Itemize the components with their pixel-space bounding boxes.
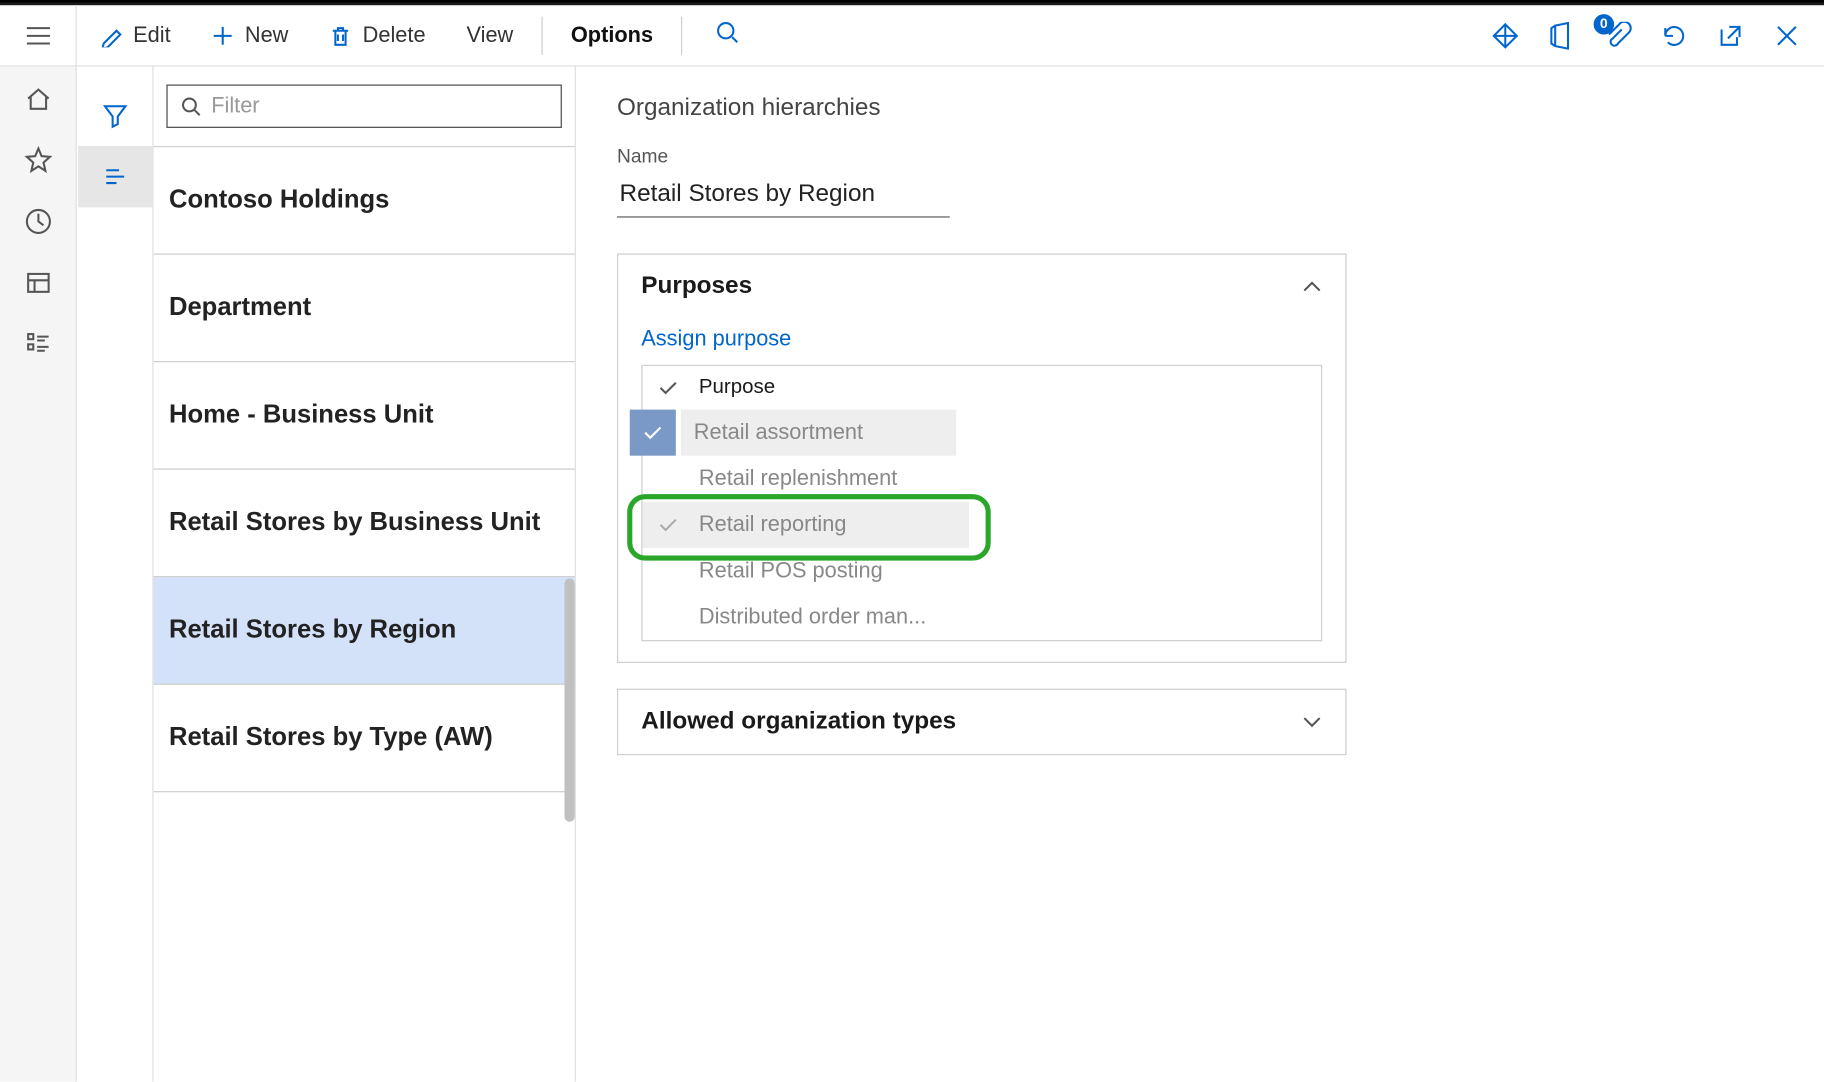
list-toggle[interactable] (77, 146, 151, 207)
purpose-cell: Retail POS posting (699, 558, 883, 584)
main-area: Contoso HoldingsDepartmentHome - Busines… (0, 67, 1824, 1082)
scrollbar-thumb[interactable] (564, 579, 574, 822)
view-label: View (467, 22, 514, 48)
allowed-types-panel: Allowed organization types (617, 689, 1347, 756)
list-item[interactable]: Retail Stores by Type (AW) (154, 685, 575, 793)
popout-button[interactable] (1716, 21, 1744, 49)
filter-box[interactable] (166, 84, 562, 128)
close-icon (1773, 21, 1801, 49)
view-button[interactable]: View (449, 4, 532, 65)
trash-icon (329, 24, 352, 47)
allowed-types-header[interactable]: Allowed organization types (618, 690, 1345, 754)
list-item[interactable]: Retail Stores by Region (154, 577, 575, 685)
plus-icon (212, 24, 235, 47)
addin-icon[interactable] (1491, 21, 1519, 49)
refresh-button[interactable] (1660, 21, 1688, 49)
diamond-icon (1491, 21, 1519, 49)
check-icon (643, 422, 663, 442)
chevron-down-icon (1302, 712, 1322, 732)
purpose-row[interactable]: Distributed order man... (643, 594, 1321, 640)
clock-icon (24, 207, 52, 235)
office-app-icon (1548, 21, 1576, 49)
search-icon (180, 96, 200, 116)
purpose-column-header[interactable]: Purpose (699, 376, 775, 399)
hamburger-menu[interactable] (0, 4, 77, 65)
page-heading: Organization hierarchies (617, 95, 1783, 123)
purpose-cell: Retail assortment (681, 410, 956, 456)
detail-pane: Organization hierarchies Name Retail Sto… (576, 67, 1824, 1082)
hamburger-icon (24, 21, 52, 49)
filter-toggle[interactable] (77, 84, 151, 145)
funnel-icon (100, 101, 128, 129)
chevron-up-icon (1302, 276, 1322, 296)
new-button[interactable]: New (194, 4, 307, 65)
purpose-cell: Retail reporting (699, 512, 847, 538)
purpose-row[interactable]: Retail assortment (643, 410, 1321, 456)
list-item[interactable]: Contoso Holdings (154, 147, 575, 255)
purpose-table: Purpose Retail assortment Retail repleni… (641, 365, 1322, 641)
edit-button[interactable]: Edit (82, 4, 189, 65)
edit-label: Edit (133, 22, 171, 48)
modules-nav[interactable] (24, 330, 52, 358)
close-button[interactable] (1773, 21, 1801, 49)
toolbar-search[interactable] (693, 20, 762, 49)
check-column-header[interactable] (655, 378, 681, 398)
nav-rail (0, 67, 77, 1082)
check-icon (658, 378, 678, 398)
hierarchy-list-pane: Contoso HoldingsDepartmentHome - Busines… (154, 67, 576, 1082)
purpose-row[interactable]: Retail replenishment (643, 456, 1321, 502)
purpose-cell: Retail replenishment (699, 466, 897, 492)
purpose-header-row: Purpose (643, 366, 1321, 410)
office-icon[interactable] (1548, 21, 1576, 49)
purposes-title: Purposes (641, 273, 752, 301)
search-icon (716, 20, 739, 43)
row-check[interactable] (655, 515, 681, 535)
modules-icon (24, 330, 52, 358)
list-item[interactable]: Department (154, 255, 575, 363)
list-lines-icon (100, 163, 128, 191)
purpose-row[interactable]: Retail reporting (643, 502, 1321, 548)
purpose-cell: Distributed order man... (699, 604, 926, 630)
refresh-icon (1660, 21, 1688, 49)
purposes-panel: Purposes Assign purpose Purpose Retail a… (617, 253, 1347, 663)
name-value[interactable]: Retail Stores by Region (617, 175, 950, 217)
filter-input[interactable] (211, 93, 548, 119)
star-icon (24, 146, 52, 174)
recent-nav[interactable] (24, 207, 52, 235)
workspaces-nav[interactable] (24, 269, 52, 297)
workspace-icon (24, 269, 52, 297)
assign-purpose-link[interactable]: Assign purpose (641, 326, 791, 352)
name-label: Name (617, 146, 1783, 168)
hierarchy-list: Contoso HoldingsDepartmentHome - Busines… (154, 146, 575, 792)
allowed-types-title: Allowed organization types (641, 708, 956, 736)
new-label: New (245, 22, 289, 48)
list-item[interactable]: Home - Business Unit (154, 362, 575, 470)
toolbar-separator (541, 16, 542, 54)
purposes-header[interactable]: Purposes (618, 255, 1345, 319)
home-nav[interactable] (24, 84, 52, 112)
attachments-badge: 0 (1594, 13, 1614, 33)
list-item[interactable]: Retail Stores by Business Unit (154, 470, 575, 578)
purpose-row[interactable]: Retail POS posting (643, 548, 1321, 594)
options-label: Options (571, 22, 653, 48)
row-check[interactable] (630, 410, 676, 456)
pencil-icon (100, 24, 123, 47)
home-icon (24, 84, 52, 112)
filter-rail (77, 67, 154, 1082)
options-button[interactable]: Options (553, 4, 671, 65)
delete-button[interactable]: Delete (311, 4, 443, 65)
popout-icon (1716, 21, 1744, 49)
delete-label: Delete (363, 22, 426, 48)
attachments-button[interactable]: 0 (1604, 21, 1632, 49)
toolbar-separator (681, 16, 682, 54)
check-icon (658, 515, 678, 535)
command-bar: Edit New Delete View Options 0 (0, 5, 1824, 66)
favorites-nav[interactable] (24, 146, 52, 174)
